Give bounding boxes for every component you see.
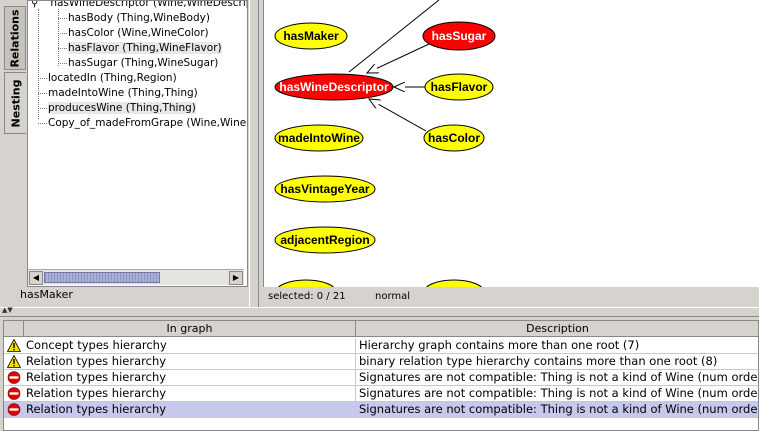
tree-connector [58, 18, 67, 19]
tree-node-label: hasFlavor (Thing,WineFlavor) [68, 42, 222, 54]
graph-status-bar: selected: 0 / 21 normal [263, 289, 759, 305]
warning-icon [7, 339, 21, 352]
tab-relations[interactable]: Relations [4, 6, 26, 70]
tree-node-label: hasSugar (Thing,WineSugar) [68, 57, 219, 69]
tree-node-hassugar[interactable]: hasSugar (Thing,WineSugar) [68, 56, 218, 71]
tab-nesting-label: Nesting [9, 79, 23, 127]
graph-node-label: madeIntoWine [278, 131, 360, 145]
tree-connector [58, 63, 67, 64]
tree-node-haswinedescriptor[interactable]: ⚲ hasWineDescriptor (Wine,WineDescriptor [31, 0, 248, 11]
graph-node-hassugar[interactable]: hasSugar [422, 21, 496, 51]
table-row[interactable]: Relation types hierarchy Signatures are n… [4, 402, 759, 418]
graph-node-label: hasFlavor [431, 80, 488, 94]
scroll-right-button[interactable]: ▶ [229, 271, 243, 285]
tree-connector [38, 78, 47, 79]
row-in-graph-text: Relation types hierarchy [26, 402, 167, 416]
row-description-cell: Hierarchy graph contains more than one r… [359, 338, 640, 352]
tree-connector [58, 33, 67, 34]
scroll-thumb[interactable] [44, 272, 160, 283]
graph-mode: normal [375, 291, 411, 302]
row-in-graph-text: Relation types hierarchy [26, 386, 167, 400]
splitter-arrows-icon[interactable]: ▲▼ [2, 306, 13, 314]
graph-node-partial[interactable] [276, 279, 336, 287]
row-description-cell: binary relation type hierarchy contains … [359, 354, 718, 368]
row-in-graph-cell: Concept types hierarchy [4, 338, 356, 353]
tree-node-locatedin[interactable]: locatedIn (Thing,Region) [48, 71, 177, 86]
row-in-graph-cell: Relation types hierarchy [4, 402, 356, 417]
tree-node-madeintowine[interactable]: madeIntoWine (Thing,Thing) [48, 86, 198, 101]
tree-node-label: hasWineDescriptor (Wine,WineDescriptor [50, 0, 248, 9]
graph-edge [367, 43, 430, 73]
tree-connector [58, 48, 67, 49]
tree-connector [38, 123, 47, 124]
table-header-icon[interactable] [4, 321, 24, 337]
tree-node-label: producesWine (Thing,Thing) [48, 102, 196, 114]
key-icon: ⚲ [31, 0, 39, 9]
tree-node-label: hasColor (Wine,WineColor) [68, 27, 209, 39]
tree-node-hasflavor[interactable]: hasFlavor (Thing,WineFlavor) [68, 41, 222, 56]
row-in-graph-cell: Relation types hierarchy [4, 386, 356, 401]
graph-node-label: hasColor [428, 131, 480, 145]
graph-svg: hasMaker hasSugar hasWineDescriptor hasF… [274, 0, 496, 287]
graph-node-label: hasVintageYear [280, 182, 369, 196]
vertical-splitter[interactable] [249, 0, 259, 307]
graph-node-partial[interactable] [424, 279, 484, 287]
graph-node-label: adjacentRegion [280, 233, 369, 247]
warning-icon [7, 355, 21, 368]
graph-node-label: hasMaker [283, 29, 339, 43]
tree-connector [38, 9, 39, 119]
error-icon [7, 387, 21, 400]
tab-relations-label: Relations [8, 8, 22, 68]
graph-node-label: hasWineDescriptor [279, 80, 389, 94]
table-row[interactable]: Relation types hierarchy binary relation … [4, 354, 758, 370]
graph-node-label: hasSugar [432, 29, 487, 43]
horizontal-splitter[interactable]: ▲▼ [0, 306, 759, 317]
tab-nesting[interactable]: Nesting [4, 72, 26, 134]
graph-node-adjacentregion[interactable]: adjacentRegion [274, 226, 376, 254]
graph-edge [369, 99, 427, 132]
problems-table[interactable]: In graph Description Concept types hiera… [3, 320, 759, 431]
table-header-description[interactable]: Description [356, 321, 758, 337]
table-row[interactable]: Relation types hierarchy Signatures are n… [4, 370, 759, 386]
graph-node-hascolor[interactable]: hasColor [423, 124, 485, 152]
row-in-graph-cell: Relation types hierarchy [4, 354, 356, 369]
row-in-graph-text: Concept types hierarchy [26, 338, 167, 352]
row-description-cell: Signatures are not compatible: Thing is … [359, 402, 759, 416]
row-description-cell: Signatures are not compatible: Thing is … [359, 386, 759, 400]
tree-node-label: Copy_of_madeFromGrape (Wine,WineGr [48, 117, 248, 129]
row-in-graph-text: Relation types hierarchy [26, 370, 167, 384]
tree-node-produceswine[interactable]: producesWine (Thing,Thing) [48, 101, 196, 116]
tree-horizontal-scrollbar[interactable]: ◀ ▶ [28, 269, 244, 285]
tree-node-label: locatedIn (Thing,Region) [48, 72, 177, 84]
error-icon [7, 403, 21, 416]
vertical-tab-strip: Relations Nesting [0, 0, 27, 307]
selection-count: selected: 0 / 21 [268, 291, 346, 302]
tree-node-label: madeIntoWine (Thing,Thing) [48, 87, 198, 99]
tree-node-label: hasBody (Thing,WineBody) [68, 12, 210, 24]
graph-node-hasvintageyear[interactable]: hasVintageYear [274, 175, 376, 203]
tree-connector [38, 108, 47, 109]
error-icon [7, 371, 21, 384]
table-row[interactable]: Relation types hierarchy Signatures are n… [4, 386, 759, 402]
tree-node-hascolor[interactable]: hasColor (Wine,WineColor) [68, 26, 209, 41]
tree-connector [38, 93, 47, 94]
relation-tree[interactable]: ⚲ hasWineDescriptor (Wine,WineDescriptor… [27, 0, 248, 287]
row-description-cell: Signatures are not compatible: Thing is … [359, 370, 759, 384]
graph-node-haswinedescriptor[interactable]: hasWineDescriptor [274, 73, 394, 101]
tree-node-copy-of-madefromgrape[interactable]: Copy_of_madeFromGrape (Wine,WineGr [48, 116, 248, 131]
row-in-graph-text: Relation types hierarchy [26, 354, 167, 368]
graph-node-madeintowine[interactable]: madeIntoWine [274, 124, 364, 152]
graph-node-hasmaker[interactable]: hasMaker [274, 22, 348, 50]
scroll-left-button[interactable]: ◀ [29, 271, 43, 285]
selected-relation-label: hasMaker [20, 288, 73, 301]
table-row[interactable]: Concept types hierarchy Hierarchy graph c… [4, 338, 758, 354]
table-header-in-graph[interactable]: In graph [24, 321, 356, 337]
graph-node-hasflavor[interactable]: hasFlavor [424, 73, 494, 101]
row-in-graph-cell: Relation types hierarchy [4, 370, 356, 385]
graph-canvas[interactable]: hasMaker hasSugar hasWineDescriptor hasF… [263, 0, 759, 287]
tree-node-hasbody[interactable]: hasBody (Thing,WineBody) [68, 11, 210, 26]
